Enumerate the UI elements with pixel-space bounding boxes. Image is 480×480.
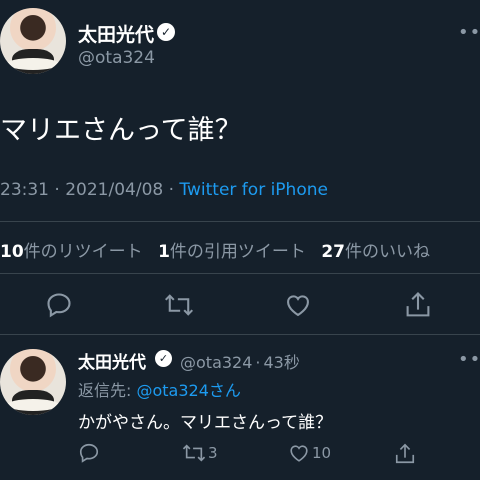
like-icon	[290, 445, 308, 462]
more-options-icon[interactable]: •••	[458, 349, 480, 370]
author-name[interactable]: 太田光代	[78, 20, 154, 47]
verified-badge-icon: ✓	[157, 23, 175, 41]
retweet-icon	[182, 444, 206, 462]
tweet-stats: 10件のリツイート 1件の引用ツイート 27件のいいね	[0, 237, 440, 262]
quote-stat[interactable]: 1件の引用ツイート	[158, 242, 306, 262]
reply-to-mention[interactable]: @ota324さん	[136, 381, 240, 400]
share-icon[interactable]	[404, 290, 432, 320]
share-icon	[395, 443, 415, 464]
divider	[0, 273, 480, 274]
tweet-meta: 23:31 · 2021/04/08 · Twitter for iPhone	[0, 180, 328, 200]
author-handle[interactable]: @ota324	[78, 48, 155, 68]
reply-avatar[interactable]	[0, 349, 66, 415]
verified-badge-icon: ✓	[155, 350, 172, 367]
like-stat[interactable]: 27件のいいね	[321, 242, 430, 262]
reply-icon	[79, 443, 99, 463]
retweet-icon[interactable]	[164, 291, 194, 319]
reply-author-handle[interactable]: @ota324 · 43秒	[180, 349, 300, 373]
divider	[0, 221, 480, 222]
avatar[interactable]	[0, 8, 66, 74]
tweet-text: マリエさんって誰？	[0, 115, 242, 146]
like-icon[interactable]	[284, 291, 312, 319]
reply-retweet-count: 3	[208, 444, 218, 462]
meta-separator: ·	[163, 180, 180, 200]
more-options-icon[interactable]: •••	[458, 22, 480, 43]
reply-retweet-button[interactable]: 3	[182, 442, 218, 464]
reply-icon[interactable]	[45, 291, 73, 319]
reply-to: 返信先: @ota324さん	[78, 381, 241, 400]
reply-age: 43秒	[263, 353, 300, 372]
divider	[0, 334, 480, 335]
tweet-source[interactable]: Twitter for iPhone	[179, 180, 328, 200]
reply-like-button[interactable]: 10	[288, 442, 331, 464]
tweet-time[interactable]: 23:31	[0, 180, 49, 200]
reply-reply-button[interactable]	[78, 442, 100, 464]
reply-like-count: 10	[312, 444, 332, 462]
retweet-stat[interactable]: 10件のリツイート	[0, 242, 143, 262]
meta-separator: ·	[49, 180, 66, 200]
tweet-date[interactable]: 2021/04/08	[65, 180, 163, 200]
reply-author-name[interactable]: 太田光代	[78, 348, 146, 373]
reply-text: かがやさん。マリエさんって誰？	[78, 413, 333, 433]
reply-share-button[interactable]	[394, 442, 416, 466]
